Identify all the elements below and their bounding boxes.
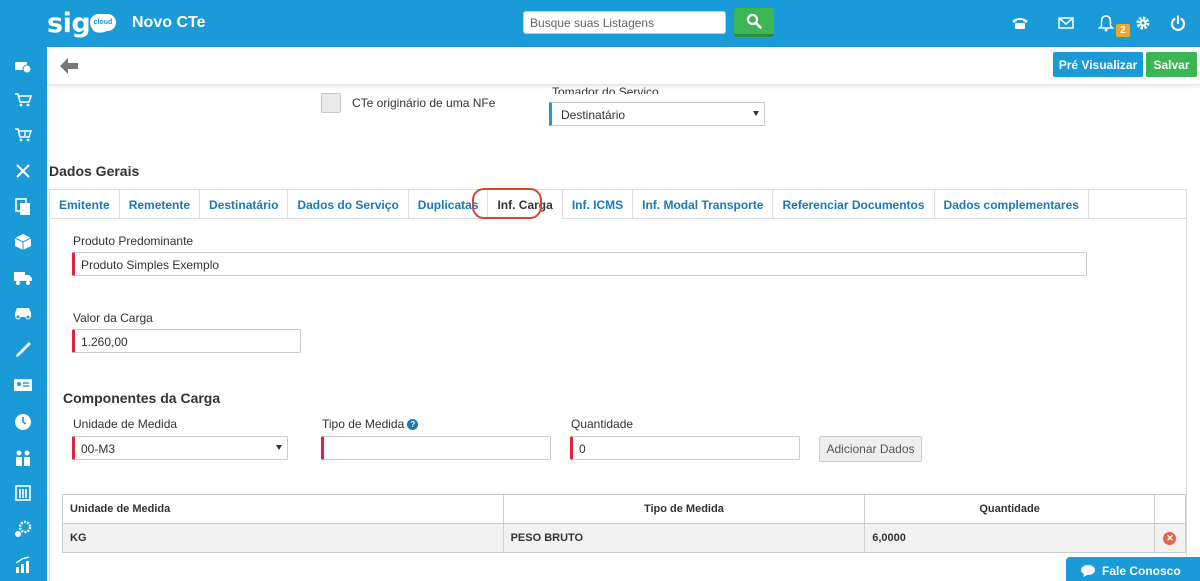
- car-icon[interactable]: [12, 302, 34, 324]
- nfe-origin-label: CTe originário de uma NFe: [352, 96, 496, 110]
- top-bar: sige cloud Novo CTe 2: [0, 0, 1200, 47]
- clock-icon[interactable]: [12, 411, 34, 433]
- copy-icon[interactable]: [12, 196, 34, 218]
- cart-add-icon[interactable]: [12, 124, 34, 146]
- building-icon[interactable]: [12, 482, 34, 504]
- chat-bubble-icon: [1081, 565, 1095, 577]
- tab-destinatario[interactable]: Destinatário: [200, 190, 289, 219]
- componentes-table: Unidade de Medida Tipo de Medida Quantid…: [62, 494, 1187, 553]
- chat-label: Fale Conosco: [1102, 564, 1181, 578]
- toolbar: Pré Visualizar Salvar: [47, 47, 1200, 85]
- table-cell: KG: [62, 523, 504, 553]
- tipo-label-text: Tipo de Medida: [322, 417, 405, 431]
- search-icon: [746, 13, 762, 29]
- active-tab-highlight: [472, 188, 542, 219]
- tab-dados-servico[interactable]: Dados do Serviço: [288, 190, 409, 219]
- chart-icon[interactable]: [12, 554, 34, 576]
- add-data-button[interactable]: Adicionar Dados: [819, 436, 922, 462]
- power-icon[interactable]: [1167, 12, 1189, 34]
- money-icon[interactable]: [12, 56, 34, 78]
- tomador-select[interactable]: Destinatário: [549, 102, 765, 126]
- unidade-select[interactable]: 00-M3: [72, 436, 288, 460]
- tab-inf-icms[interactable]: Inf. ICMS: [563, 190, 634, 219]
- help-icon[interactable]: ?: [407, 419, 419, 431]
- mail-icon[interactable]: [1055, 12, 1077, 34]
- nfe-origin-checkbox[interactable]: [321, 93, 341, 113]
- chat-button[interactable]: Fale Conosco: [1066, 557, 1200, 581]
- tab-bar: Emitente Remetente Destinatário Dados do…: [49, 189, 1187, 219]
- table-cell-actions: ✕: [1153, 523, 1187, 553]
- tab-remetente[interactable]: Remetente: [120, 190, 201, 219]
- column-header-actions: [1153, 494, 1187, 524]
- chevron-down-icon: [753, 111, 759, 116]
- gear-icon[interactable]: [1132, 12, 1154, 34]
- produto-label: Produto Predominante: [73, 234, 194, 248]
- pen-icon[interactable]: [12, 338, 34, 360]
- section-title: Dados Gerais: [49, 163, 140, 179]
- tab-dados-complementares[interactable]: Dados complementares: [935, 190, 1089, 219]
- table-cell: 6,0000: [864, 523, 1155, 553]
- table-header-row: Unidade de Medida Tipo de Medida Quantid…: [62, 494, 1187, 524]
- unidade-label: Unidade de Medida: [73, 417, 178, 431]
- arrow-left-icon: [60, 58, 78, 74]
- column-header: Tipo de Medida: [502, 494, 866, 524]
- chevron-down-icon: [276, 445, 282, 450]
- quantidade-input[interactable]: 0: [570, 436, 800, 460]
- tomador-select-value: Destinatário: [561, 108, 626, 122]
- id-card-icon[interactable]: [12, 374, 34, 396]
- produto-input[interactable]: Produto Simples Exemplo: [72, 252, 1087, 276]
- truck-icon[interactable]: [12, 267, 34, 289]
- tipo-input[interactable]: [321, 436, 551, 460]
- tools-icon[interactable]: [12, 160, 34, 182]
- preview-button[interactable]: Pré Visualizar: [1053, 52, 1143, 77]
- search-input[interactable]: [523, 11, 726, 34]
- phone-icon[interactable]: [1009, 12, 1031, 34]
- sidebar: [0, 47, 47, 581]
- remove-icon[interactable]: ✕: [1163, 531, 1177, 545]
- bell-icon[interactable]: [1095, 12, 1117, 34]
- valor-label: Valor da Carga: [73, 311, 153, 325]
- search-button[interactable]: [734, 8, 774, 37]
- box-icon[interactable]: [12, 231, 34, 253]
- users-icon[interactable]: [12, 447, 34, 469]
- notification-badge: 2: [1116, 24, 1130, 37]
- page-title: Novo CTe: [132, 14, 206, 31]
- tab-emitente[interactable]: Emitente: [50, 190, 120, 219]
- save-button[interactable]: Salvar: [1146, 52, 1197, 77]
- quantidade-label: Quantidade: [571, 417, 634, 431]
- cloud-icon: cloud: [90, 14, 116, 31]
- column-header: Unidade de Medida: [62, 494, 504, 524]
- componentes-title: Componentes da Carga: [63, 390, 221, 406]
- tab-inf-modal-transporte[interactable]: Inf. Modal Transporte: [633, 190, 774, 219]
- tomador-label: Tomador do Serviço: [552, 85, 659, 94]
- unidade-select-value: 00-M3: [81, 442, 116, 456]
- table-cell: PESO BRUTO: [502, 523, 866, 553]
- table-row: KG PESO BRUTO 6,0000 ✕: [62, 523, 1187, 553]
- tipo-label: Tipo de Medida?: [322, 417, 419, 431]
- tab-referenciar-documentos[interactable]: Referenciar Documentos: [773, 190, 935, 219]
- back-button[interactable]: [56, 54, 82, 78]
- valor-input[interactable]: 1.260,00: [72, 329, 301, 353]
- column-header: Quantidade: [864, 494, 1155, 524]
- gears-icon[interactable]: [12, 518, 34, 540]
- cart-icon[interactable]: [12, 89, 34, 111]
